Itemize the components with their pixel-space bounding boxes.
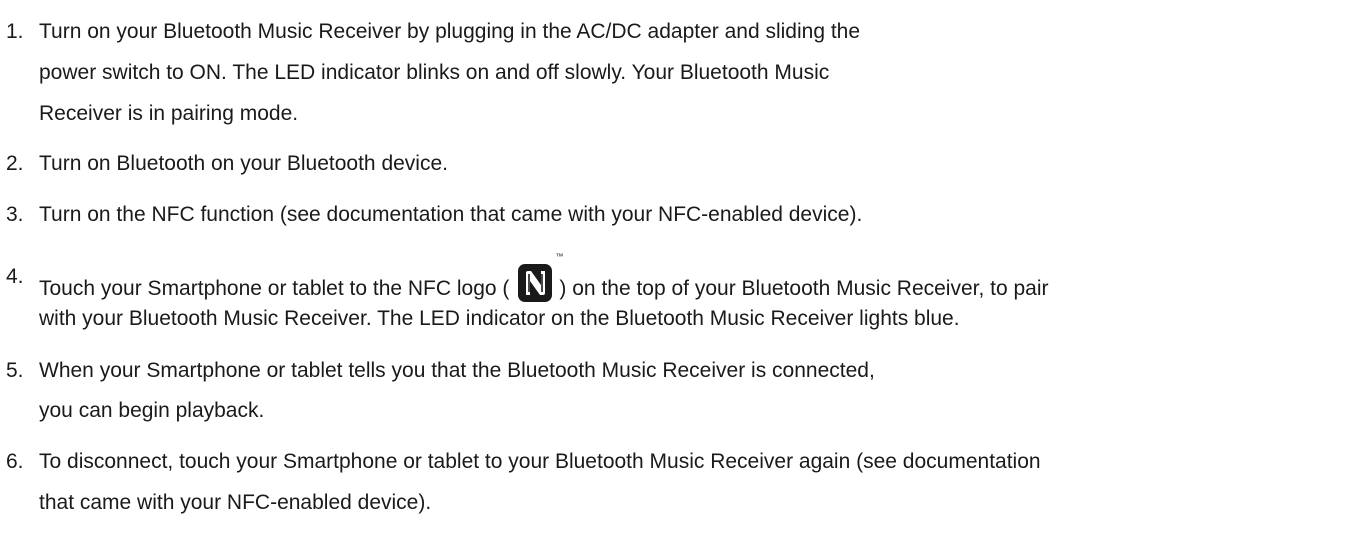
step-number: 4. [6, 265, 24, 288]
step-number: 2. [6, 152, 24, 175]
step-text: Turn on your Bluetooth Music Receiver by… [39, 20, 861, 43]
step-number: 1. [6, 20, 24, 43]
instruction-list: 1. Turn on your Bluetooth Music Receiver… [0, 0, 1368, 549]
step-text-after-logo: ) on the top of your Bluetooth Music Rec… [559, 277, 1049, 300]
step-text: power switch to ON. The LED indicator bl… [39, 61, 830, 84]
step-text: that came with your NFC-enabled device). [39, 491, 432, 514]
step-text: When your Smartphone or tablet tells you… [39, 359, 875, 382]
trademark-mark: ™ [555, 252, 564, 261]
step-text: Turn on the NFC function (see documentat… [39, 203, 863, 226]
step-text: To disconnect, touch your Smartphone or … [39, 450, 1041, 473]
step-text: you can begin playback. [39, 399, 265, 422]
step-text: Receiver is in pairing mode. [39, 102, 299, 125]
step-number: 5. [6, 359, 24, 382]
step-text: Touch your Smartphone or tablet to the N… [39, 253, 1049, 303]
step-text-before-logo: Touch your Smartphone or tablet to the N… [39, 277, 510, 300]
step-number: 3. [6, 203, 24, 226]
step-number: 6. [6, 450, 24, 473]
step-text: with your Bluetooth Music Receiver. The … [39, 307, 960, 330]
nfc-n-mark-icon: ™ [517, 253, 563, 303]
step-text: Turn on Bluetooth on your Bluetooth devi… [39, 152, 448, 175]
